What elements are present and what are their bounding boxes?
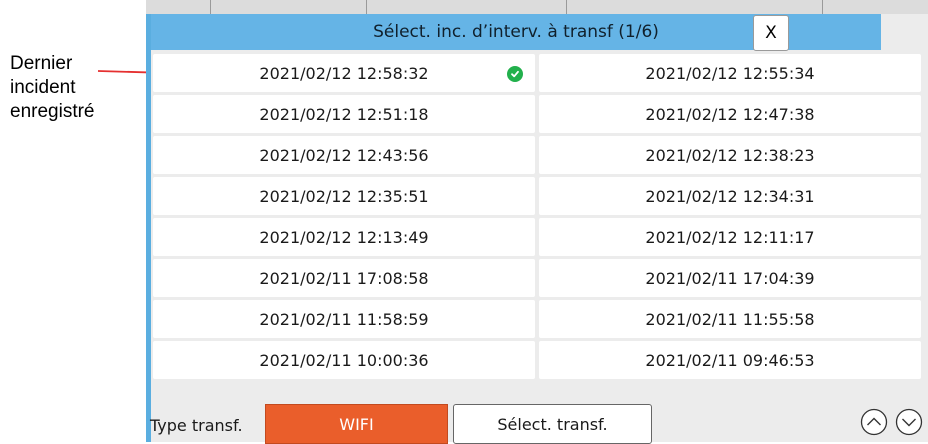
incident-item[interactable]: 2021/02/11 10:00:36	[153, 341, 535, 379]
incident-item[interactable]: 2021/02/12 12:13:49	[153, 218, 535, 256]
dialog-title: Sélect. inc. d’interv. à transf (1/6)	[373, 22, 659, 42]
incident-timestamp: 2021/02/12 12:55:34	[645, 63, 815, 83]
incident-item[interactable]: 2021/02/12 12:38:23	[539, 136, 921, 174]
screen-left-border	[146, 14, 151, 442]
chevron-down-circle-icon	[895, 408, 923, 436]
incident-item[interactable]: 2021/02/12 12:34:31	[539, 177, 921, 215]
chevron-up-circle-icon	[860, 408, 888, 436]
wifi-button[interactable]: WIFI	[265, 404, 448, 444]
select-transfer-button[interactable]: Sélect. transf.	[453, 404, 652, 444]
check-circle-icon	[507, 66, 523, 82]
incident-timestamp: 2021/02/12 12:35:51	[259, 186, 429, 206]
transfer-type-label: Type transf.	[150, 416, 243, 435]
incident-timestamp: 2021/02/12 12:11:17	[645, 227, 815, 247]
scroll-up-button[interactable]	[859, 407, 889, 441]
incident-item[interactable]: 2021/02/12 12:43:56	[153, 136, 535, 174]
incident-item[interactable]: 2021/02/11 17:08:58	[153, 259, 535, 297]
incident-timestamp: 2021/02/11 09:46:53	[645, 350, 815, 370]
top-strip	[146, 0, 928, 14]
select-transfer-label: Sélect. transf.	[497, 414, 608, 434]
incident-item[interactable]: 2021/02/11 17:04:39	[539, 259, 921, 297]
scroll-down-button[interactable]	[894, 407, 924, 441]
incident-item[interactable]: 2021/02/12 12:58:32	[153, 54, 535, 92]
incident-item[interactable]: 2021/02/12 12:11:17	[539, 218, 921, 256]
incident-timestamp: 2021/02/11 11:55:58	[645, 309, 815, 329]
close-icon: X	[765, 23, 777, 43]
wifi-button-label: WIFI	[339, 414, 374, 434]
incident-timestamp: 2021/02/12 12:13:49	[259, 227, 429, 247]
incident-timestamp: 2021/02/11 11:58:59	[259, 309, 429, 329]
incident-item[interactable]: 2021/02/11 11:55:58	[539, 300, 921, 338]
incident-item[interactable]: 2021/02/12 12:47:38	[539, 95, 921, 133]
incident-item[interactable]: 2021/02/12 12:55:34	[539, 54, 921, 92]
incident-item[interactable]: 2021/02/12 12:51:18	[153, 95, 535, 133]
incident-timestamp: 2021/02/12 12:51:18	[259, 104, 429, 124]
incident-timestamp: 2021/02/12 12:58:32	[259, 63, 429, 83]
incident-timestamp: 2021/02/11 17:04:39	[645, 268, 815, 288]
close-button[interactable]: X	[753, 15, 789, 51]
incident-grid: 2021/02/12 12:58:32 2021/02/12 12:55:34 …	[153, 54, 921, 379]
incident-timestamp: 2021/02/12 12:38:23	[645, 145, 815, 165]
callout-line-1: Dernier	[10, 53, 73, 74]
incident-timestamp: 2021/02/12 12:43:56	[259, 145, 429, 165]
callout-line-2: incident	[10, 77, 76, 98]
incident-item[interactable]: 2021/02/11 09:46:53	[539, 341, 921, 379]
incident-timestamp: 2021/02/11 10:00:36	[259, 350, 429, 370]
callout-annotation: Dernier incident enregistré	[10, 52, 140, 124]
incident-timestamp: 2021/02/11 17:08:58	[259, 268, 429, 288]
callout-line-3: enregistré	[10, 101, 95, 122]
incident-item[interactable]: 2021/02/12 12:35:51	[153, 177, 535, 215]
incident-timestamp: 2021/02/12 12:34:31	[645, 186, 815, 206]
incident-item[interactable]: 2021/02/11 11:58:59	[153, 300, 535, 338]
incident-timestamp: 2021/02/12 12:47:38	[645, 104, 815, 124]
